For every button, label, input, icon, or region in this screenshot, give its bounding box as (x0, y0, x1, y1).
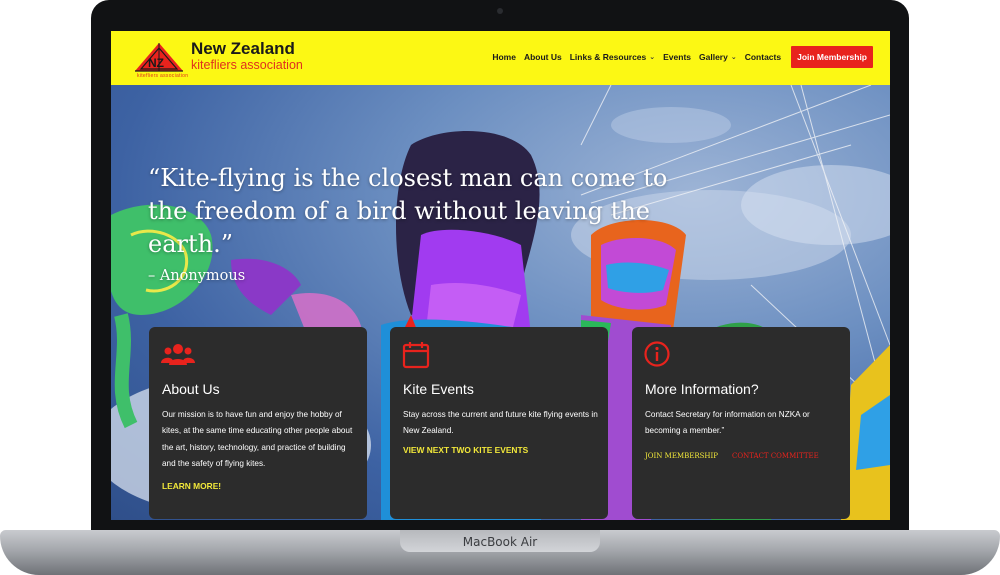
browser-screen: NZ kitefliers association New Zealand ki… (111, 31, 890, 520)
learn-more-link[interactable]: LEARN MORE! (162, 481, 221, 491)
nav-item-events[interactable]: Events (663, 52, 691, 62)
nav-label: Contacts (744, 52, 782, 62)
kite-events-card: Kite Events Stay across the current and … (390, 327, 608, 519)
nav-label: Gallery (699, 52, 728, 62)
more-information-card: More Information? Contact Secretary for … (632, 327, 850, 519)
logo-small-text: kitefliers association (137, 73, 189, 79)
kite-logo-icon: NZ (135, 43, 183, 72)
card-title: About Us (162, 381, 220, 397)
card-text: Contact Secretary for information on NZK… (645, 410, 810, 436)
card-title: More Information? (645, 381, 759, 397)
site-logo[interactable]: NZ kitefliers association New Zealand ki… (133, 39, 303, 79)
card-text: Our mission is to have fun and enjoy the… (162, 410, 353, 468)
site-header: NZ kitefliers association New Zealand ki… (111, 31, 890, 85)
chevron-down-icon: ⌄ (649, 54, 656, 61)
join-membership-link[interactable]: JOIN MEMBERSHIP (645, 452, 718, 460)
nav-label: Links & Resources (569, 52, 647, 62)
view-next-events-link[interactable]: VIEW NEXT TWO KITE EVENTS (403, 445, 528, 455)
card-title: Kite Events (403, 381, 474, 397)
info-links: JOIN MEMBERSHIP CONTACT COMMITTEE (645, 452, 833, 460)
hero-quote-author: – Anonymous (148, 268, 246, 284)
main-nav: Home About Us Links & Resources ⌄ Events … (484, 46, 873, 68)
brand-subtitle: kitefliers association (191, 58, 303, 72)
nav-label: About Us (523, 52, 562, 62)
contact-committee-link[interactable]: CONTACT COMMITTEE (732, 452, 819, 460)
info-icon (644, 341, 670, 367)
card-text: Stay across the current and future kite … (403, 410, 598, 436)
hero-quote: “Kite-flying is the closest man can come… (148, 164, 668, 258)
brand-name: New Zealand (191, 39, 295, 58)
nav-item-about-us[interactable]: About Us (524, 52, 562, 62)
camera-icon (497, 8, 503, 14)
nav-label: Events (663, 52, 692, 62)
logo-mark-text: NZ (148, 56, 164, 70)
nav-label: Home (492, 52, 516, 62)
nav-item-home[interactable]: Home (492, 52, 516, 62)
nav-item-contacts[interactable]: Contacts (745, 52, 781, 62)
nav-item-gallery[interactable]: Gallery ⌄ (699, 52, 737, 62)
join-membership-button[interactable]: Join Membership (791, 46, 873, 68)
about-us-card: About Us Our mission is to have fun and … (149, 327, 367, 519)
chevron-down-icon: ⌄ (730, 54, 737, 61)
laptop-base: MacBook Air (0, 530, 1000, 575)
calendar-icon (402, 342, 430, 369)
nav-item-links-resources[interactable]: Links & Resources ⌄ (570, 52, 655, 62)
users-icon (161, 344, 195, 365)
device-label: MacBook Air (462, 535, 538, 549)
